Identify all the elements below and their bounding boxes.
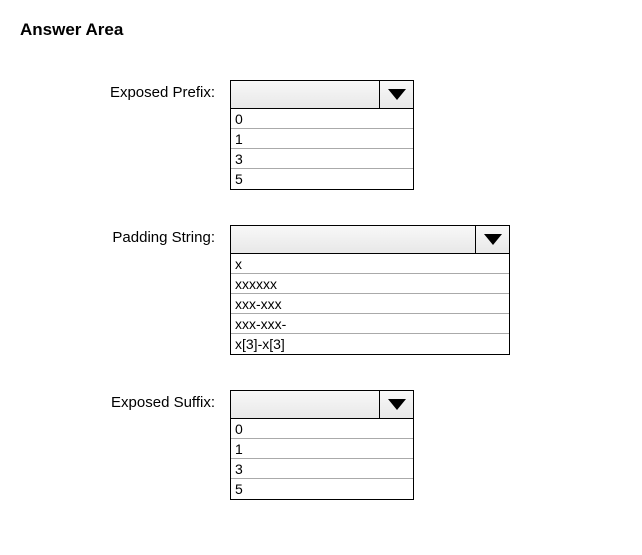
chevron-down-icon [484,234,502,245]
field-exposed-prefix: Exposed Prefix: 0 1 3 5 [20,80,622,190]
padding-string-selected-value [231,226,475,253]
exposed-prefix-option[interactable]: 1 [231,129,413,149]
field-exposed-suffix: Exposed Suffix: 0 1 3 5 [20,390,622,500]
exposed-suffix-option[interactable]: 0 [231,419,413,439]
exposed-prefix-label: Exposed Prefix: [20,80,230,101]
padding-string-options: x xxxxxx xxx-xxx xxx-xxx- x[3]-x[3] [230,254,510,355]
exposed-prefix-selected-value [231,81,379,108]
chevron-down-icon [388,399,406,410]
exposed-suffix-dropdown[interactable] [230,390,414,419]
exposed-prefix-option[interactable]: 0 [231,109,413,129]
padding-string-dropdown[interactable] [230,225,510,254]
padding-string-option[interactable]: x [231,254,509,274]
field-padding-string: Padding String: x xxxxxx xxx-xxx xxx-xxx… [20,225,622,355]
padding-string-label: Padding String: [20,225,230,246]
exposed-suffix-selected-value [231,391,379,418]
exposed-suffix-option[interactable]: 1 [231,439,413,459]
exposed-prefix-dropdown[interactable] [230,80,414,109]
padding-string-option[interactable]: xxx-xxx- [231,314,509,334]
padding-string-option[interactable]: xxxxxx [231,274,509,294]
exposed-prefix-option[interactable]: 3 [231,149,413,169]
chevron-down-icon [388,89,406,100]
exposed-suffix-label: Exposed Suffix: [20,390,230,411]
exposed-prefix-options: 0 1 3 5 [230,109,414,190]
page-title: Answer Area [20,20,622,40]
exposed-prefix-option[interactable]: 5 [231,169,413,189]
exposed-suffix-option[interactable]: 5 [231,479,413,499]
dropdown-arrow-button[interactable] [379,81,413,108]
padding-string-option[interactable]: xxx-xxx [231,294,509,314]
exposed-suffix-option[interactable]: 3 [231,459,413,479]
padding-string-option[interactable]: x[3]-x[3] [231,334,509,354]
exposed-suffix-options: 0 1 3 5 [230,419,414,500]
dropdown-arrow-button[interactable] [379,391,413,418]
dropdown-arrow-button[interactable] [475,226,509,253]
